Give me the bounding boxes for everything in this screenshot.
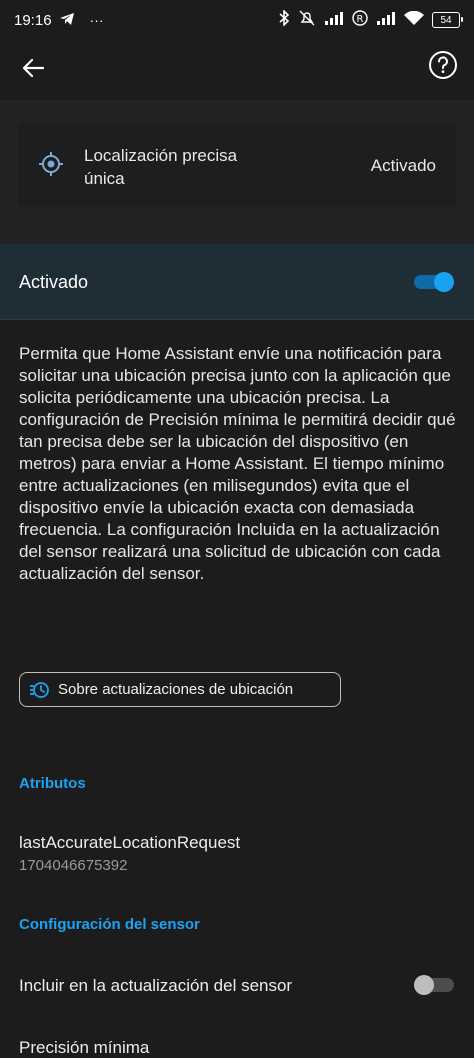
sensor-name: Localización precisa única [84,146,238,188]
status-time: 19:16 [14,11,52,29]
enable-row[interactable]: Activado [0,244,474,320]
app-bar [0,40,474,96]
minimum-accuracy-label[interactable]: Precisión mínima [19,1038,149,1058]
arrow-back-icon [22,58,44,78]
bluetooth-icon [278,9,290,30]
more-icon: ··· [89,12,104,28]
back-button[interactable] [16,52,50,84]
signal-icon [324,11,344,29]
update-clock-icon [30,681,49,698]
status-bar: 19:16 ··· R 54 [0,0,474,40]
include-update-toggle[interactable] [414,975,454,995]
enable-toggle[interactable] [414,272,454,292]
signal-icon [376,11,396,29]
help-button[interactable] [428,50,458,80]
roaming-icon: R [352,10,368,30]
toggle-knob [414,975,434,995]
location-updates-chip[interactable]: Sobre actualizaciones de ubicación [19,672,341,707]
crosshairs-gps-icon [39,152,63,176]
mute-icon [298,10,316,30]
enable-label: Activado [19,272,89,292]
battery-icon: 54 [432,12,463,28]
attribute-value: 1704046675392 [19,857,128,874]
attributes-title: Atributos [19,775,86,792]
toggle-knob [434,272,454,292]
chip-label: Sobre actualizaciones de ubicación [58,681,294,698]
wifi-icon [404,10,424,30]
sensor-description: Permita que Home Assistant envíe una not… [19,344,456,583]
include-update-label: Incluir en la actualización del sensor [19,976,293,995]
battery-level: 54 [440,14,452,26]
help-circle-icon [429,51,457,79]
sensor-state: Activado [370,156,436,175]
settings-title: Configuración del sensor [19,916,200,933]
attribute-name: lastAccurateLocationRequest [19,833,241,852]
svg-text:R: R [357,14,364,25]
telegram-icon [59,12,74,28]
